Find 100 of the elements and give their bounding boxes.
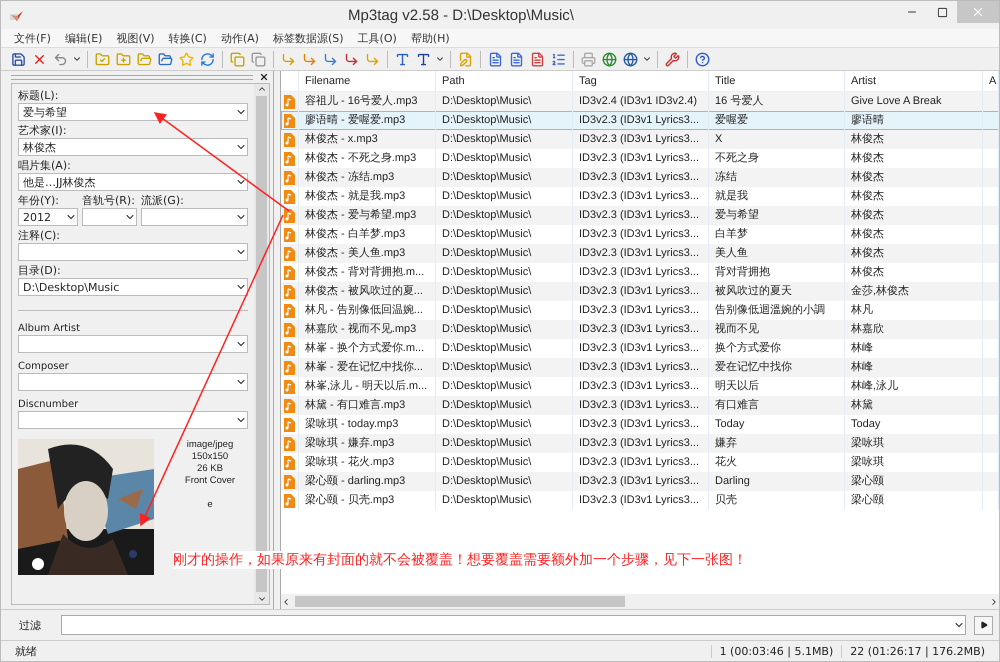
- audio-file-icon: [284, 266, 295, 280]
- menu-item[interactable]: 文件(F): [7, 29, 58, 47]
- filter-label: 过滤: [19, 618, 42, 632]
- audio-file-icon: [284, 474, 295, 488]
- filter-field[interactable]: [61, 615, 966, 635]
- audio-file-icon: [284, 436, 295, 450]
- scrollbar[interactable]: [254, 84, 269, 604]
- edit-icon: [458, 52, 473, 66]
- file-row[interactable]: 林峯 - 换个方式爱你.m... D:\Desktop\Music\ ID3v2.3 (ID3v1 Lyrics3... 换个方式爱你 林峰: [281, 339, 999, 358]
- audio-file-icon: [284, 418, 295, 432]
- column-header[interactable]: A: [983, 71, 999, 91]
- toolbar-button[interactable]: [621, 50, 640, 68]
- text-case-icon: [395, 52, 410, 66]
- window-title: Mp3tag v2.58 - D:\Desktop\Music\: [347, 6, 575, 24]
- file-row[interactable]: 容祖儿 - 16号爱人.mp3 D:\Desktop\Music\ ID3v2.4 (ID3v1 ID3v2.4) 16 号爱人 Give Love A Break: [281, 92, 999, 111]
- toolbar-button[interactable]: [693, 50, 712, 68]
- close-panel-icon[interactable]: [259, 72, 269, 82]
- table-cell: D:\Desktop\Music\: [436, 491, 573, 510]
- tag-field[interactable]: [18, 411, 248, 429]
- copy-icon: [230, 52, 245, 66]
- tag-field[interactable]: D:\Desktop\Music: [18, 278, 248, 296]
- file-row[interactable]: 梁咏琪 - 嫌弃.mp3 D:\Desktop\Music\ ID3v2.3 (ID3v1 Lyrics3... 嫌弃 梁咏琪: [281, 434, 999, 453]
- tag-field[interactable]: [18, 373, 248, 391]
- cover-info-text: image/jpeg: [186, 439, 234, 451]
- tag-field[interactable]: [141, 208, 248, 226]
- column-header[interactable]: Title: [709, 71, 845, 91]
- column-header[interactable]: Artist: [845, 71, 983, 91]
- field-label: Album Artist: [18, 322, 82, 335]
- file-row[interactable]: 林俊杰 - 冻结.mp3 D:\Desktop\Music\ ID3v2.3 (ID3v1 Lyrics3... 冻结 林俊杰: [281, 168, 999, 187]
- menu-item[interactable]: 动作(A): [214, 29, 266, 47]
- file-row[interactable]: 林俊杰 - x.mp3 D:\Desktop\Music\ ID3v2.3 (ID3v1 Lyrics3... X 林俊杰: [281, 130, 999, 149]
- column-header[interactable]: Path: [436, 71, 573, 91]
- audio-file-icon: [284, 380, 295, 394]
- column-header[interactable]: Filename: [299, 71, 436, 91]
- tag-field[interactable]: [82, 208, 137, 226]
- menu-item[interactable]: 编辑(E): [58, 29, 110, 47]
- field-label: 年份(Y):: [18, 193, 60, 208]
- document-icon: [509, 52, 524, 66]
- file-row[interactable]: 梁心颐 - darling.mp3 D:\Desktop\Music\ ID3v2.3 (ID3v1 Lyrics3... Darling 梁心颐: [281, 472, 999, 491]
- file-row[interactable]: 林俊杰 - 爱与希望.mp3 D:\Desktop\Music\ ID3v2.3 (ID3v1 Lyrics3... 爱与希望 林俊杰: [281, 206, 999, 225]
- toolbar-button[interactable]: [663, 50, 682, 68]
- file-row[interactable]: 林俊杰 - 美人鱼.mp3 D:\Desktop\Music\ ID3v2.3 (ID3v1 Lyrics3... 美人鱼 林俊杰: [281, 244, 999, 263]
- audio-file-icon: [284, 304, 295, 318]
- file-row[interactable]: 林俊杰 - 不死之身.mp3 D:\Desktop\Music\ ID3v2.3 (ID3v1 Lyrics3... 不死之身 林俊杰: [281, 149, 999, 168]
- audio-file-icon: [284, 494, 295, 508]
- table-cell: ID3v2.3 (ID3v1 Lyrics3...: [573, 491, 709, 510]
- file-row[interactable]: 林黛 - 有口难言.mp3 D:\Desktop\Music\ ID3v2.3 (ID3v1 Lyrics3... 有口难言 林黛: [281, 396, 999, 415]
- numbering-icon: [551, 52, 566, 66]
- total-info: 22 (01:26:17 | 176.2MB): [841, 644, 993, 658]
- table-cell: 贝壳: [709, 491, 845, 510]
- file-row[interactable]: 林峯,泳儿 - 明天以后.m... D:\Desktop\Music\ ID3v2.3 (ID3v1 Lyrics3... 明天以后 林峰,泳儿: [281, 377, 999, 396]
- convert-icon: [281, 52, 296, 66]
- menu-item[interactable]: 标签数据源(S): [266, 29, 351, 47]
- printer-icon: [581, 52, 596, 66]
- audio-file-icon: [284, 94, 295, 108]
- file-row[interactable]: 林俊杰 - 被风吹过的夏... D:\Desktop\Music\ ID3v2.3 (ID3v1 Lyrics3... 被风吹过的夏天 金莎,林俊杰: [281, 282, 999, 301]
- convert-icon: [302, 52, 317, 66]
- globe-icon: [602, 52, 617, 66]
- file-row[interactable]: 梁心颐 - 贝壳.mp3 D:\Desktop\Music\ ID3v2.3 (ID3v1 Lyrics3... 贝壳 梁心颐: [281, 491, 999, 510]
- convert-icon: [365, 52, 380, 66]
- file-row[interactable]: 林俊杰 - 白羊梦.mp3 D:\Desktop\Music\ ID3v2.3 (ID3v1 Lyrics3... 白羊梦 林俊杰: [281, 225, 999, 244]
- status-text: 就绪: [14, 644, 38, 658]
- tag-field[interactable]: 林俊杰: [18, 138, 248, 156]
- go-button[interactable]: [974, 616, 993, 634]
- file-row[interactable]: 林俊杰 - 背对背拥抱.m... D:\Desktop\Music\ ID3v2.3 (ID3v1 Lyrics3... 背对背拥抱 林俊杰: [281, 263, 999, 282]
- folder-icon: [158, 52, 173, 66]
- cover-info-text: Front Cover: [184, 475, 236, 487]
- play-icon: [980, 621, 988, 629]
- folder-check-icon: [95, 52, 110, 66]
- menu-item[interactable]: 转换(C): [162, 29, 214, 47]
- toolbar-button[interactable]: [600, 50, 619, 68]
- menu-item[interactable]: 帮助(H): [404, 29, 457, 47]
- audio-file-icon: [284, 208, 295, 222]
- tag-field[interactable]: [18, 243, 248, 261]
- save-icon: [11, 52, 26, 66]
- file-row[interactable]: 梁咏琪 - today.mp3 D:\Desktop\Music\ ID3v2.3 (ID3v1 Lyrics3... Today Today: [281, 415, 999, 434]
- file-row[interactable]: 林嘉欣 - 视而不见.mp3 D:\Desktop\Music\ ID3v2.3 (ID3v1 Lyrics3... 视而不见 林嘉欣: [281, 320, 999, 339]
- menu-item[interactable]: 工具(O): [350, 29, 404, 47]
- field-label: Discnumber: [18, 398, 80, 411]
- file-row[interactable]: 梁咏琪 - 花火.mp3 D:\Desktop\Music\ ID3v2.3 (ID3v1 Lyrics3... 花火 梁咏琪: [281, 453, 999, 472]
- tag-field[interactable]: [18, 335, 248, 353]
- audio-file-icon: [284, 152, 295, 166]
- file-row[interactable]: 林峯 - 爱在记忆中找你... D:\Desktop\Music\ ID3v2.3 (ID3v1 Lyrics3... 爱在记忆中找你 林峰: [281, 358, 999, 377]
- file-row[interactable]: 林俊杰 - 就是我.mp3 D:\Desktop\Music\ ID3v2.3 (ID3v1 Lyrics3... 就是我 林俊杰: [281, 187, 999, 206]
- tag-field[interactable]: 爱与希望: [18, 103, 248, 121]
- audio-file-icon: [284, 322, 295, 336]
- tag-field[interactable]: 他是…JJ林俊杰: [18, 173, 248, 191]
- scrollbar[interactable]: [281, 594, 999, 609]
- field-label: 流派(G):: [141, 193, 185, 208]
- tag-field[interactable]: 2012: [18, 208, 78, 226]
- field-label: 注释(C):: [18, 228, 61, 243]
- menu-item[interactable]: 视图(V): [109, 29, 162, 47]
- file-row[interactable]: 林凡 - 告别像低回温婉... D:\Desktop\Music\ ID3v2.3 (ID3v1 Lyrics3... 告别像低迴溫婉的小調 林凡: [281, 301, 999, 320]
- close-icon: [971, 5, 985, 19]
- file-row[interactable]: 廖语晴 - 爱喔爱.mp3 D:\Desktop\Music\ ID3v2.3 (ID3v1 Lyrics3... 爱喔爱 廖语晴: [281, 111, 999, 130]
- column-header[interactable]: Tag: [573, 71, 709, 91]
- table-cell: 梁心颐 - 贝壳.mp3: [299, 491, 436, 510]
- folder-plus-icon: [116, 52, 131, 66]
- convert-icon: [344, 52, 359, 66]
- field-label: 标题(L):: [18, 88, 60, 103]
